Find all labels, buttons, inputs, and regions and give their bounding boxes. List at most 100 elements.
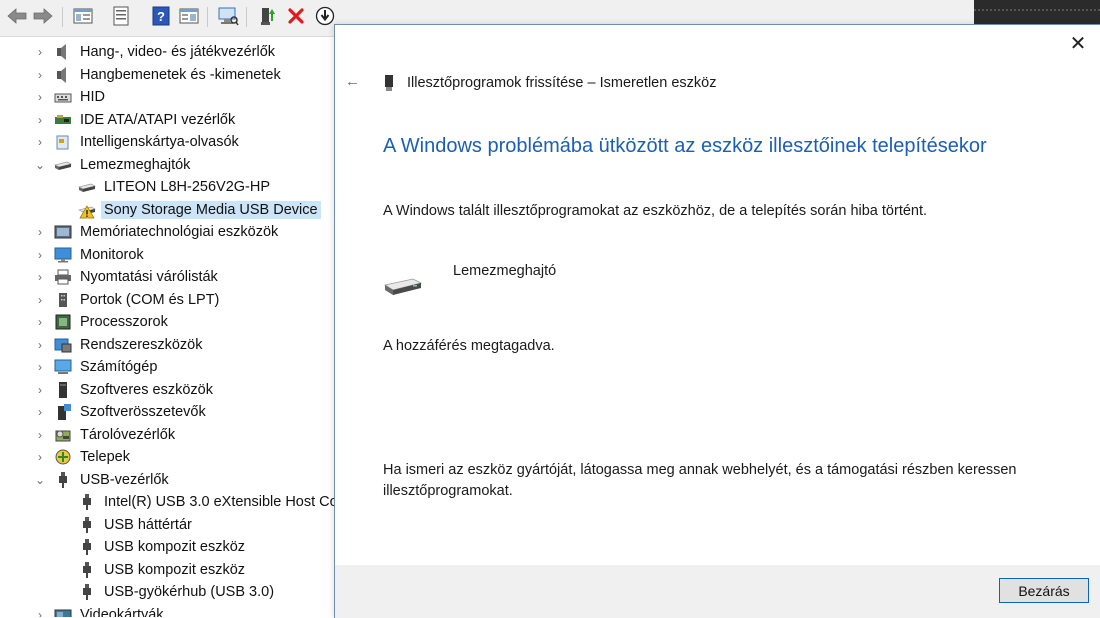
disable-device-icon[interactable] xyxy=(314,5,336,27)
error-heading: A Windows problémába ütközött az eszköz … xyxy=(383,135,987,157)
update-driver-icon[interactable] xyxy=(256,5,278,27)
tree-item-label: Szoftveres eszközök xyxy=(80,381,213,398)
usb-icon xyxy=(83,561,91,578)
tree-item[interactable]: › IDE ATA/ATAPI vezérlők xyxy=(0,109,335,131)
tree-item[interactable]: ⌄ USB-vezérlők xyxy=(0,469,335,491)
device-name: Lemezmeghajtó xyxy=(453,263,557,279)
tree-item[interactable]: › Szoftverösszetevők xyxy=(0,401,335,423)
access-denied-text: A hozzáférés megtagadva. xyxy=(383,338,555,354)
memory-icon xyxy=(54,225,72,239)
tree-item[interactable]: › Számítógép xyxy=(0,356,335,378)
expand-chevron-icon[interactable]: › xyxy=(35,41,45,63)
tree-item-label: Számítógép xyxy=(80,359,158,375)
tree-item[interactable]: ⌄ Lemezmeghajtók xyxy=(0,154,335,176)
expand-chevron-icon[interactable]: › xyxy=(35,289,45,311)
tree-item-label: Hangbemenetek és -kimenetek xyxy=(80,66,281,83)
expand-chevron-icon[interactable]: › xyxy=(35,109,45,131)
tree-item[interactable]: USB kompozit eszköz xyxy=(0,559,335,581)
battery-icon xyxy=(55,449,71,465)
expand-chevron-icon[interactable]: › xyxy=(35,221,45,243)
tree-item[interactable]: USB kompozit eszköz xyxy=(0,536,335,558)
svg-text:?: ? xyxy=(157,9,165,24)
close-icon[interactable]: ✕ xyxy=(1069,34,1087,54)
tree-item[interactable]: Intel(R) USB 3.0 eXtensible Host Control… xyxy=(0,491,335,513)
collapse-chevron-icon[interactable]: ⌄ xyxy=(35,154,45,176)
tree-item[interactable]: › HID xyxy=(0,86,335,108)
expand-chevron-icon[interactable]: › xyxy=(35,86,45,108)
speaker-icon xyxy=(57,66,66,83)
tree-item[interactable]: › Intelligenskártya-olvasók xyxy=(0,131,335,153)
usb-icon xyxy=(59,471,67,488)
usb-drive-icon xyxy=(385,75,393,91)
tree-item-label: USB háttértár xyxy=(104,516,192,533)
forward-arrow-icon[interactable] xyxy=(32,5,54,27)
toolbar-separator xyxy=(62,7,63,27)
expand-chevron-icon[interactable]: › xyxy=(35,266,45,288)
tree-item[interactable]: › Monitorok xyxy=(0,244,335,266)
speaker-icon xyxy=(57,44,66,60)
tree-item[interactable]: › Portok (COM és LPT) xyxy=(0,289,335,311)
back-arrow-icon[interactable]: ← xyxy=(345,73,360,90)
action-pane-icon[interactable] xyxy=(178,5,200,27)
tree-item-label: Lemezmeghajtók xyxy=(80,156,191,173)
usb-icon xyxy=(83,584,91,600)
toolbar-separator xyxy=(246,7,247,27)
expand-chevron-icon[interactable]: › xyxy=(35,311,45,333)
back-arrow-icon[interactable] xyxy=(6,5,28,27)
dialog-title: Illesztőprogramok frissítése – Ismeretle… xyxy=(407,75,717,91)
processor-icon xyxy=(55,314,71,330)
expand-chevron-icon[interactable]: › xyxy=(35,604,45,618)
tree-item[interactable]: › Videokártyák xyxy=(0,604,335,618)
help-icon[interactable]: ? xyxy=(150,5,172,27)
scan-hardware-icon[interactable] xyxy=(217,5,239,27)
tree-item[interactable]: › Processzorok xyxy=(0,311,335,333)
tree-item[interactable]: › Szoftveres eszközök xyxy=(0,379,335,401)
tree-item-label: Rendszereszközök xyxy=(80,336,203,353)
expand-chevron-icon[interactable]: › xyxy=(35,446,45,468)
ide-controller-icon xyxy=(55,114,71,124)
tree-item[interactable]: Sony Storage Media USB Device xyxy=(0,199,335,221)
monitor-icon xyxy=(54,247,72,262)
software-component-icon xyxy=(58,404,71,420)
tree-item[interactable]: › Telepek xyxy=(0,446,335,468)
tree-item[interactable]: USB háttértár xyxy=(0,514,335,536)
expand-chevron-icon[interactable]: › xyxy=(35,244,45,266)
tree-item-label: USB kompozit eszköz xyxy=(104,561,246,578)
tree-item[interactable]: › Hangbemenetek és -kimenetek xyxy=(0,64,335,86)
tree-item[interactable]: › Memóriatechnológiai eszközök xyxy=(0,221,335,243)
device-tree: › Hang-, video- és játékvezérlők › Hangbeme… xyxy=(0,37,335,617)
tree-item[interactable]: › Hang-, video- és játékvezérlők xyxy=(0,41,335,63)
tree-item-label: HID xyxy=(80,89,105,105)
expand-chevron-icon[interactable]: › xyxy=(35,379,45,401)
close-button[interactable]: Bezárás xyxy=(999,578,1089,603)
storage-controller-icon xyxy=(55,430,71,441)
tree-item[interactable]: › Rendszereszközök xyxy=(0,334,335,356)
collapse-chevron-icon[interactable]: ⌄ xyxy=(35,469,45,491)
expand-chevron-icon[interactable]: › xyxy=(35,131,45,153)
tree-item-label: Hang-, video- és játékvezérlők xyxy=(80,44,276,60)
tree-item[interactable]: › Tárolóvezérlők xyxy=(0,424,335,446)
tree-item-label: Telepek xyxy=(80,449,130,465)
tree-item-label: Monitorok xyxy=(80,246,144,263)
usb-icon xyxy=(83,539,91,555)
show-hide-console-tree-icon[interactable] xyxy=(72,5,94,27)
tree-item-label: IDE ATA/ATAPI vezérlők xyxy=(80,111,236,128)
expand-chevron-icon[interactable]: › xyxy=(35,356,45,378)
tree-item[interactable]: LITEON L8H-256V2G-HP xyxy=(0,176,335,198)
tree-item[interactable]: › Nyomtatási várólisták xyxy=(0,266,335,288)
display-adapter-icon xyxy=(54,609,72,617)
expand-chevron-icon[interactable]: › xyxy=(35,334,45,356)
usb-icon xyxy=(83,494,91,510)
expand-chevron-icon[interactable]: › xyxy=(35,64,45,86)
expand-chevron-icon[interactable]: › xyxy=(35,401,45,423)
tree-item-label: Sony Storage Media USB Device xyxy=(101,200,321,219)
uninstall-icon[interactable] xyxy=(285,5,307,27)
tree-item-label: USB kompozit eszköz xyxy=(104,539,246,555)
tree-item-label: Intelligenskártya-olvasók xyxy=(80,134,239,150)
tree-item[interactable]: USB-gyökérhub (USB 3.0) xyxy=(0,581,335,603)
properties-icon[interactable] xyxy=(110,5,132,27)
disk-drive-icon xyxy=(78,183,96,192)
expand-chevron-icon[interactable]: › xyxy=(35,424,45,446)
tree-item-label: Videokártyák xyxy=(80,606,164,618)
disk-drive-icon xyxy=(54,161,72,170)
